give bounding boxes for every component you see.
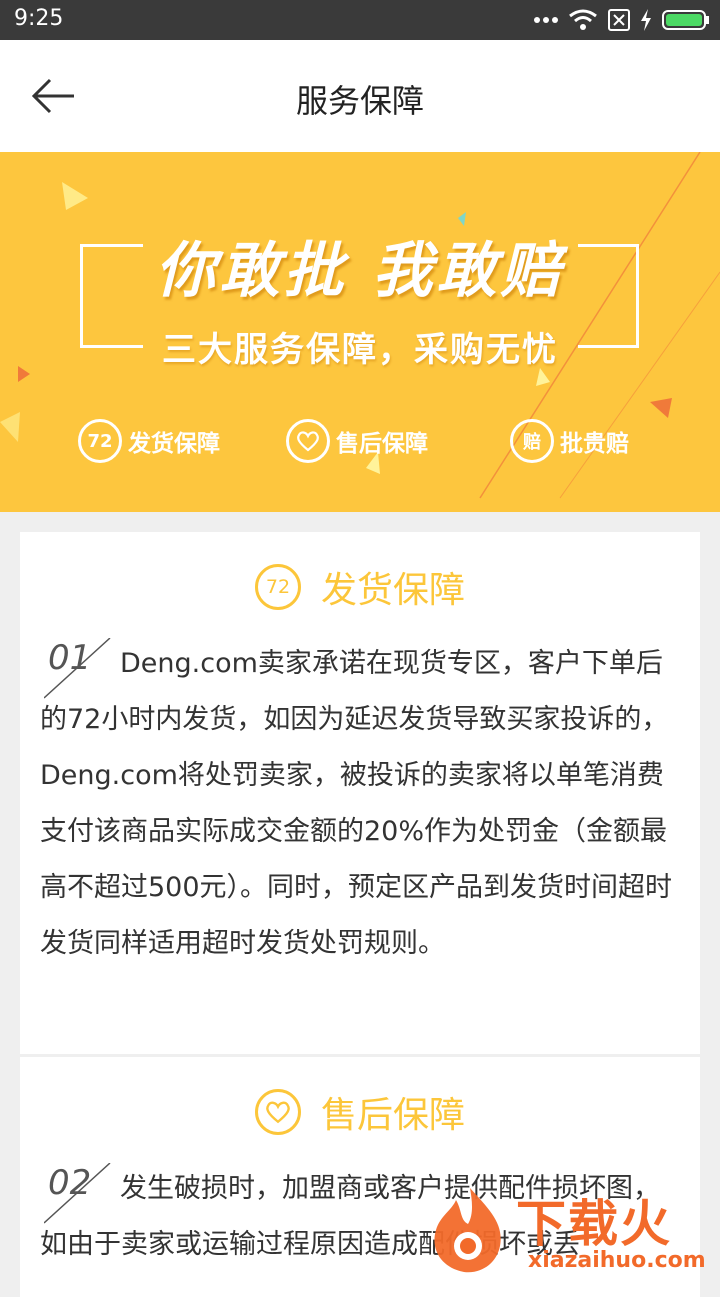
banner-subline: 三大服务保障，采购无忧: [162, 330, 558, 370]
page-title: 服务保障: [295, 82, 424, 120]
heart-icon: [254, 1089, 301, 1135]
badge-label: 批贵赔: [560, 431, 629, 457]
status-time: 9:25: [14, 6, 64, 31]
status-bar: 9:25: [0, 0, 720, 40]
section-shipping: 72 发货保障 01 Deng.com卖家承诺在现货专区，客户下单后的72小时内…: [20, 532, 700, 1054]
shipping-72-icon: 72: [254, 564, 301, 610]
sim-off-icon: [608, 9, 630, 31]
battery-icon: [662, 10, 709, 30]
badge-shipping: 72 发货保障: [78, 416, 220, 466]
status-icons: [534, 8, 710, 32]
badge-72-icon: 72: [78, 419, 122, 463]
heart-icon: [286, 419, 330, 463]
charging-icon: [641, 9, 651, 31]
section-header: 72 发货保障: [20, 562, 700, 612]
badge-label: 发货保障: [128, 431, 220, 457]
badge-compensation: 赔 批贵赔: [510, 416, 629, 466]
badge-compensate-icon: 赔: [510, 419, 554, 463]
section-header: 售后保障: [20, 1087, 700, 1137]
section-body: Deng.com卖家承诺在现货专区，客户下单后的72小时内发货，如因为延迟发货导…: [40, 648, 673, 959]
watermark-brand: 下载火: [516, 1195, 672, 1253]
badge-aftersale: 售后保障: [286, 416, 428, 466]
watermark-url: xiazaihuo.com: [528, 1248, 706, 1273]
more-dots-icon: [534, 17, 558, 23]
wifi-icon: [569, 9, 597, 30]
banner-headline: 你敢批 我敢赔: [155, 236, 565, 306]
banner-badges: 72 发货保障 售后保障 赔 批贵赔: [0, 416, 720, 472]
promo-banner: 你敢批 我敢赔 三大服务保障，采购无忧 72 发货保障 售后保障 赔 批贵赔: [0, 152, 720, 512]
watermark-logo: 下载火 xiazaihuo.com: [420, 1180, 720, 1280]
section-title: 发货保障: [320, 570, 465, 611]
badge-label: 售后保障: [336, 431, 428, 457]
nav-header: 服务保障: [0, 40, 720, 152]
section-title: 售后保障: [320, 1095, 465, 1136]
